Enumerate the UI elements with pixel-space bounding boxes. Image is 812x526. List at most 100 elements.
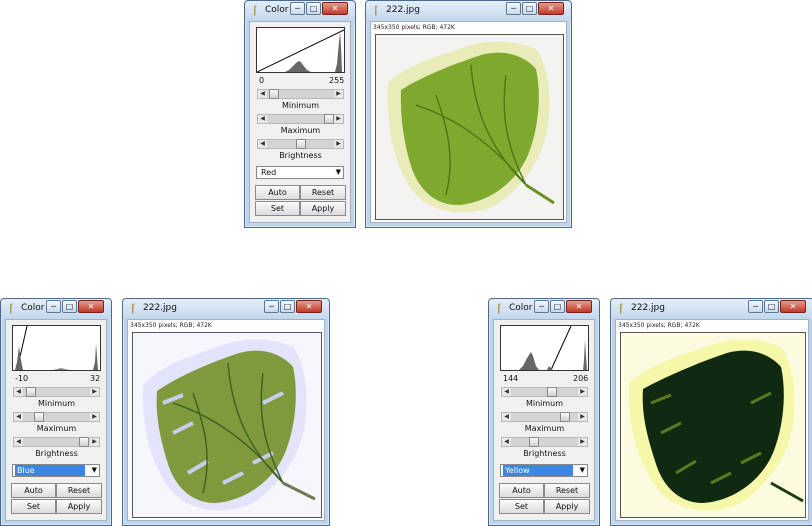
arrow-right-icon[interactable]: ▶ [578,413,587,421]
maximize-button[interactable]: □ [522,2,537,15]
arrow-right-icon[interactable]: ▶ [90,413,99,421]
arrow-right-icon[interactable]: ▶ [334,140,343,148]
set-button[interactable]: Set [499,499,544,514]
arrow-left-icon[interactable]: ◀ [502,438,511,446]
minimum-slider[interactable]: ◀ ▶ [501,387,588,397]
arrow-right-icon[interactable]: ▶ [334,90,343,98]
close-button[interactable]: ✕ [780,300,806,313]
slider-thumb[interactable] [269,89,279,99]
apply-button[interactable]: Apply [544,499,590,514]
brightness-slider[interactable]: ◀ ▶ [501,437,588,447]
auto-button[interactable]: Auto [255,185,300,200]
dropdown-arrow-icon[interactable]: ▼ [580,465,585,476]
range-max-value: 206 [573,374,589,383]
title-bar[interactable]: ⌈ Color ─ □ ✕ [489,299,599,319]
arrow-right-icon[interactable]: ▶ [90,388,99,396]
minimum-slider[interactable]: ◀ ▶ [257,89,344,99]
minimize-button[interactable]: ─ [46,300,61,313]
minimize-button[interactable]: ─ [290,2,305,15]
image-canvas[interactable] [375,34,564,220]
title-bar[interactable]: ⌈ Color ─ □ ✕ [1,299,111,319]
minimum-label: Minimum [281,101,320,110]
title-bar[interactable]: ⌈ 222.jpg ─ □ ✕ [611,299,812,319]
window-title: 222.jpg [143,303,177,313]
image-info: 345x350 pixels; RGB; 472K [130,322,212,329]
image-window-right: ⌈ 222.jpg ─ □ ✕ 345x350 pixels; RGB; 472… [610,298,812,526]
maximize-icon: □ [309,4,318,13]
maximize-button[interactable]: □ [550,300,565,313]
minimum-label: Minimum [37,399,76,408]
maximum-slider[interactable]: ◀ ▶ [257,114,344,124]
title-bar[interactable]: ⌈ 222.jpg ─ □ ✕ [366,1,571,21]
close-button[interactable]: ✕ [566,300,592,313]
dropdown-arrow-icon[interactable]: ▼ [336,167,341,178]
imagej-app-icon: ⌈ [497,302,502,315]
close-button[interactable]: ✕ [78,300,104,313]
minimize-button[interactable]: ─ [748,300,763,313]
set-button[interactable]: Set [11,499,56,514]
title-bar[interactable]: ⌈ 222.jpg ─ □ ✕ [123,299,329,319]
arrow-right-icon[interactable]: ▶ [578,438,587,446]
arrow-left-icon[interactable]: ◀ [14,413,23,421]
arrow-right-icon[interactable]: ▶ [334,115,343,123]
apply-button[interactable]: Apply [56,499,102,514]
close-icon: ✕ [575,302,583,311]
minimize-button[interactable]: ─ [264,300,279,313]
maximize-button[interactable]: □ [306,2,321,15]
maximum-slider[interactable]: ◀ ▶ [501,412,588,422]
slider-thumb[interactable] [34,412,44,422]
reset-button[interactable]: Reset [56,483,102,498]
close-button[interactable]: ✕ [322,2,348,15]
maximum-slider[interactable]: ◀ ▶ [13,412,100,422]
close-button[interactable]: ✕ [296,300,322,313]
title-bar[interactable]: ⌈ Color ─ □ ✕ [245,1,355,21]
slider-thumb[interactable] [529,437,539,447]
maximize-button[interactable]: □ [62,300,77,313]
maximum-label: Maximum [524,424,565,433]
slider-thumb[interactable] [547,387,557,397]
arrow-left-icon[interactable]: ◀ [502,388,511,396]
minimize-icon: ─ [539,302,544,311]
arrow-left-icon[interactable]: ◀ [258,115,267,123]
brightness-slider[interactable]: ◀ ▶ [257,139,344,149]
set-button[interactable]: Set [255,201,300,216]
minimum-label: Minimum [525,399,564,408]
arrow-left-icon[interactable]: ◀ [502,413,511,421]
close-icon: ✕ [789,302,797,311]
channel-select[interactable]: Blue ▼ [12,464,100,477]
slider-thumb[interactable] [296,139,306,149]
minimize-button[interactable]: ─ [506,2,521,15]
color-dialog-top: ⌈ Color ─ □ ✕ 0 255 ◀ ▶ Minimum ◀ ▶ Maxi… [244,0,356,228]
arrow-right-icon[interactable]: ▶ [90,438,99,446]
window-title: 222.jpg [386,5,420,15]
arrow-left-icon[interactable]: ◀ [14,438,23,446]
channel-select[interactable]: Red ▼ [256,166,344,179]
minimum-slider[interactable]: ◀ ▶ [13,387,100,397]
brightness-slider[interactable]: ◀ ▶ [13,437,100,447]
apply-button[interactable]: Apply [300,201,346,216]
arrow-left-icon[interactable]: ◀ [258,140,267,148]
reset-button[interactable]: Reset [544,483,590,498]
maximize-icon: □ [65,302,74,311]
slider-thumb[interactable] [560,412,570,422]
dropdown-arrow-icon[interactable]: ▼ [92,465,97,476]
dialog-body: 0 255 ◀ ▶ Minimum ◀ ▶ Maximum ◀ ▶ Bright… [249,21,351,223]
image-canvas[interactable] [620,332,806,518]
maximize-button[interactable]: □ [280,300,295,313]
minimize-button[interactable]: ─ [534,300,549,313]
arrow-left-icon[interactable]: ◀ [14,388,23,396]
auto-button[interactable]: Auto [499,483,544,498]
reset-button[interactable]: Reset [300,185,346,200]
channel-select[interactable]: Yellow ▼ [500,464,588,477]
auto-button[interactable]: Auto [11,483,56,498]
slider-thumb[interactable] [79,437,89,447]
arrow-left-icon[interactable]: ◀ [258,90,267,98]
maximize-button[interactable]: □ [764,300,779,313]
channel-value: Blue [15,465,85,476]
close-button[interactable]: ✕ [538,2,564,15]
arrow-right-icon[interactable]: ▶ [578,388,587,396]
slider-thumb[interactable] [324,114,334,124]
slider-thumb[interactable] [26,387,36,397]
image-canvas[interactable] [132,332,322,518]
maximize-icon: □ [553,302,562,311]
